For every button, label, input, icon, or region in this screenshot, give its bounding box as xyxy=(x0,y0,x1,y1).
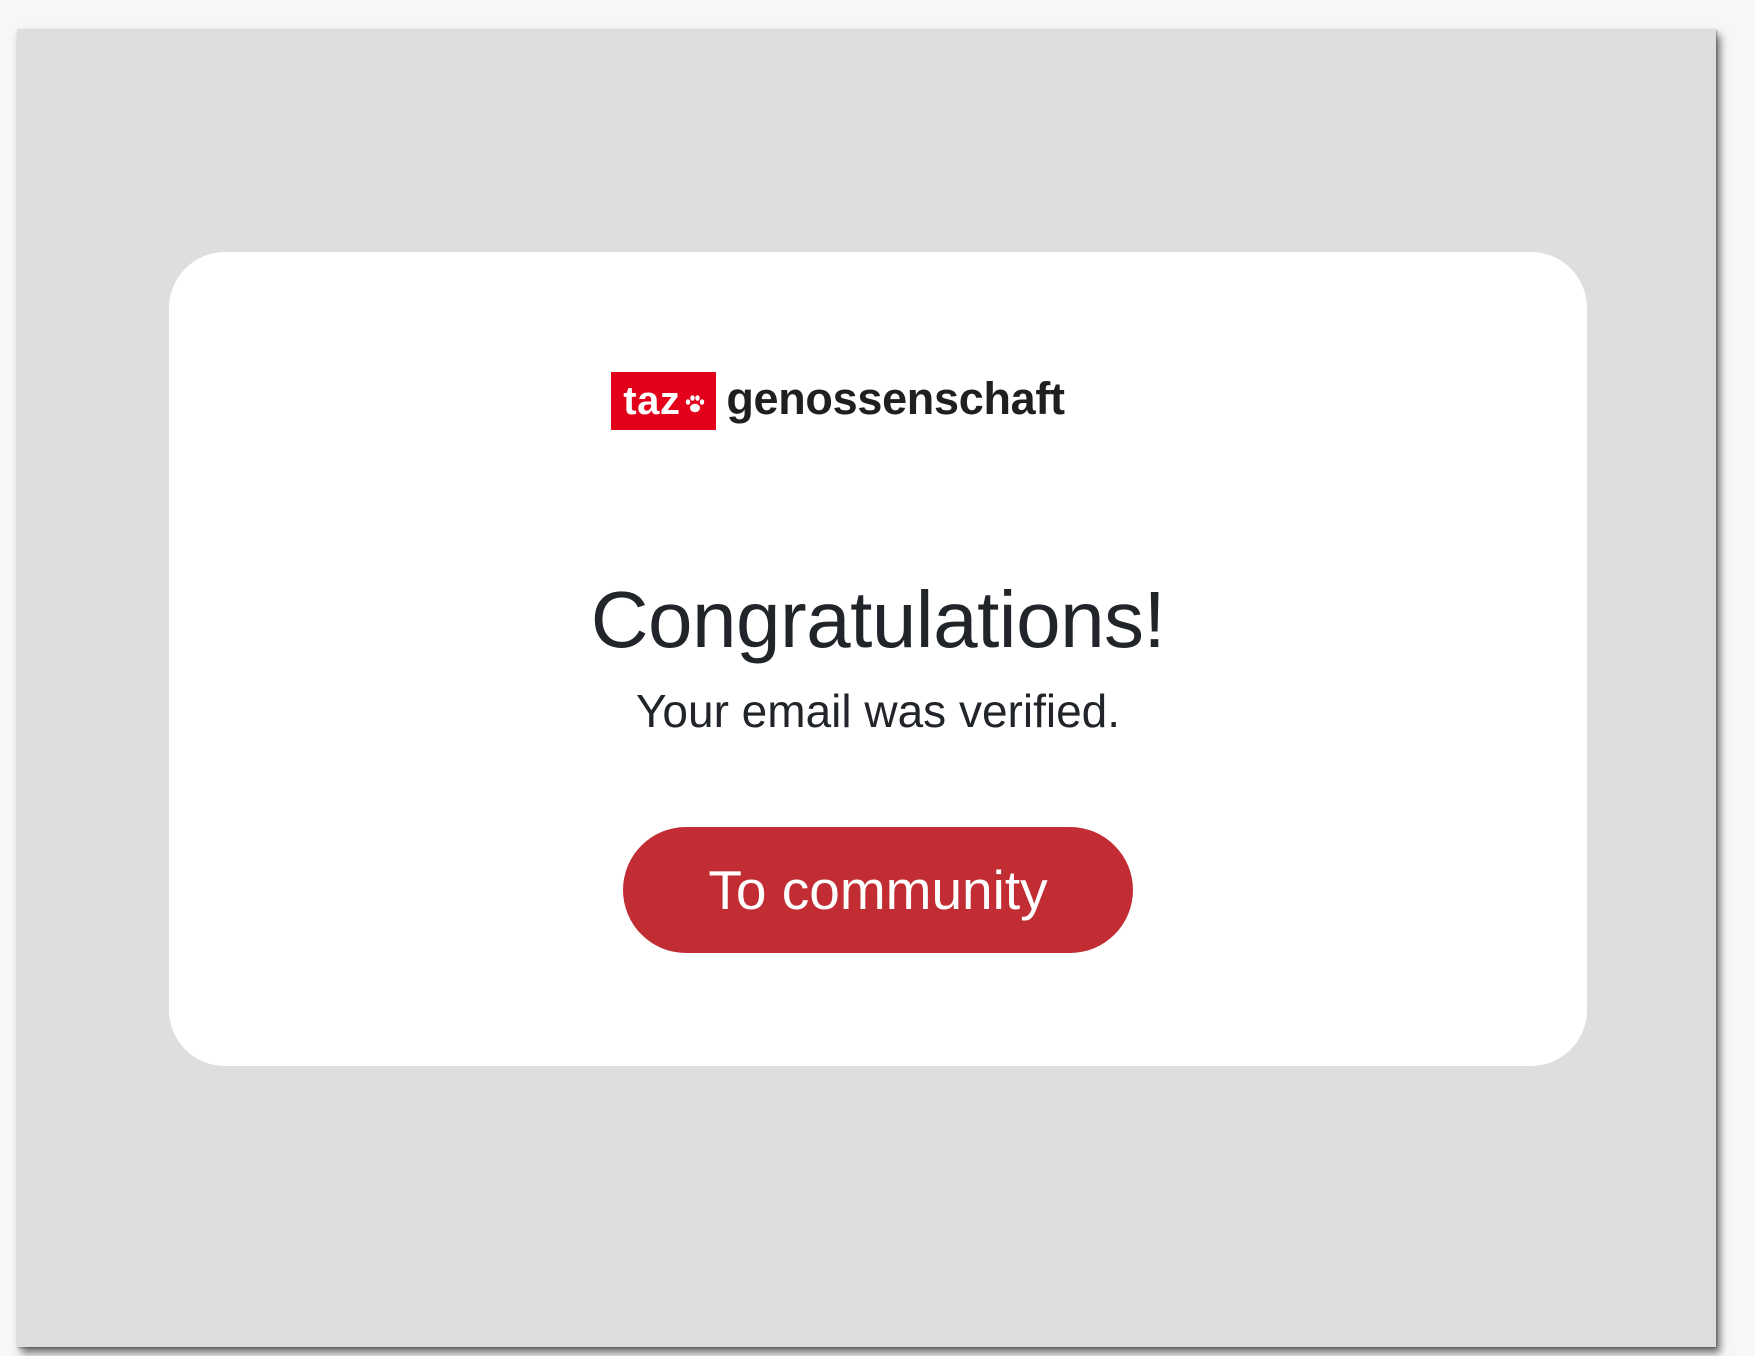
paw-icon xyxy=(686,395,705,413)
taz-logo-badge: taz xyxy=(611,372,717,430)
page-title: Congratulations! xyxy=(590,575,1166,664)
taz-genossenschaft-logo: taz genossenschaft xyxy=(169,372,1587,430)
to-community-button[interactable]: To community xyxy=(623,827,1133,953)
verification-message: Your email was verified. xyxy=(635,685,1121,737)
logo-wordmark: genossenschaft xyxy=(726,373,1065,424)
taz-logo-text: taz xyxy=(623,378,681,423)
verification-card: taz genossenschaft Congratulations! Your… xyxy=(169,252,1587,1066)
app-window: taz genossenschaft Congratulations! Your… xyxy=(17,29,1716,1347)
